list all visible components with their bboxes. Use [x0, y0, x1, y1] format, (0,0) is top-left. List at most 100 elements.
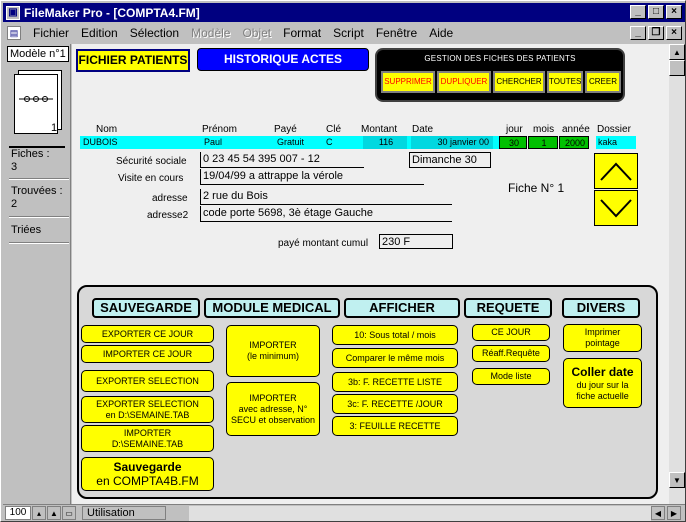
- importer-semaine-button[interactable]: IMPORTER D:\SEMAINE.TAB: [81, 425, 214, 452]
- dossier-label: Dossier: [597, 124, 631, 135]
- date-label: Date: [412, 124, 434, 135]
- prenom-field[interactable]: Paul: [202, 136, 272, 149]
- vertical-scrollbar[interactable]: ▲ ▼: [669, 44, 685, 504]
- zoom-level[interactable]: 100: [5, 506, 31, 520]
- visite-field[interactable]: 19/04/99 a attrappe la vérole: [200, 169, 424, 185]
- importer-complet-line1: IMPORTER: [249, 392, 297, 403]
- mode-selector[interactable]: Utilisation: [82, 506, 166, 520]
- trouvees-value: 2: [11, 198, 18, 210]
- app-window: ▣ FileMaker Pro - [COMPTA4.FM] _ □ × ▤ F…: [0, 0, 686, 522]
- scroll-left-button[interactable]: ◀: [651, 506, 665, 520]
- status-area: Modèle n°1 1 Fiches : 3 Trouvées : 2 Tri…: [3, 44, 71, 504]
- importer-semaine-line2: D:\SEMAINE.TAB: [111, 438, 184, 449]
- importer-ce-jour-button[interactable]: IMPORTER CE JOUR: [81, 345, 214, 363]
- nom-field[interactable]: DUBOIS: [81, 136, 199, 149]
- filemaker-icon: ▣: [6, 5, 20, 20]
- scroll-right-button[interactable]: ▶: [667, 506, 681, 520]
- tab-fichier-patients[interactable]: FICHIER PATIENTS: [76, 49, 190, 72]
- importer-complet-line2: avec adresse, N°: [238, 403, 308, 414]
- secu-field[interactable]: 0 23 45 54 395 007 - 12: [200, 152, 364, 168]
- fiche-number: Fiche N° 1: [508, 181, 565, 195]
- importer-minimum-line1: IMPORTER: [249, 340, 297, 350]
- date-field[interactable]: 30 janvier 00: [411, 136, 493, 149]
- record-slider[interactable]: [9, 140, 65, 148]
- prenom-label: Prénom: [202, 124, 238, 135]
- section-sauvegarde: SAUVEGARDE: [92, 298, 200, 318]
- menu-aide[interactable]: Aide: [423, 26, 459, 40]
- imprimer-pointage-button[interactable]: Imprimer pointage: [563, 324, 642, 352]
- exporter-selection-button[interactable]: EXPORTER SELECTION: [81, 370, 214, 392]
- imprimer-line2: pointage: [585, 338, 620, 348]
- sauvegarde-button[interactable]: Sauvegarde en COMPTA4B.FM: [81, 457, 214, 491]
- reaff-requete-button[interactable]: Réaff.Requête: [472, 345, 550, 362]
- importer-complet-line3: SECU et observation: [230, 414, 316, 425]
- menu-selection[interactable]: Sélection: [124, 26, 185, 40]
- dossier-field[interactable]: kaka: [596, 136, 636, 149]
- importer-complet-button[interactable]: IMPORTER avec adresse, N° SECU et observ…: [226, 382, 320, 436]
- coller-line1: Coller date: [571, 364, 634, 379]
- comparer-mois-button[interactable]: Comparer le même mois: [332, 348, 458, 368]
- scroll-down-button[interactable]: ▼: [669, 472, 685, 488]
- ce-jour-button[interactable]: CE JOUR: [472, 324, 550, 341]
- jour-field[interactable]: 30: [499, 136, 527, 149]
- paye-label: Payé: [274, 124, 297, 135]
- sauvegarde-line1: Sauvegarde: [113, 460, 182, 474]
- toutes-button[interactable]: TOUTES: [547, 71, 583, 93]
- cumul-field: 230 F: [379, 234, 453, 249]
- imprimer-line1: Imprimer: [584, 327, 621, 337]
- adresse-field[interactable]: 2 rue du Bois: [200, 189, 452, 205]
- menu-edition[interactable]: Edition: [75, 26, 124, 40]
- adresse-label: adresse: [152, 193, 188, 204]
- menu-modele[interactable]: Modèle: [185, 26, 236, 40]
- doc-minimize-button[interactable]: _: [630, 26, 646, 40]
- paye-field[interactable]: Gratuit: [275, 136, 321, 149]
- zoom-in-icon[interactable]: ▲: [47, 506, 61, 520]
- jour-label: jour: [506, 124, 523, 135]
- scroll-up-button[interactable]: ▲: [669, 44, 685, 60]
- menu-fichier[interactable]: Fichier: [27, 26, 75, 40]
- feuille-recette-button[interactable]: 3: FEUILLE RECETTE: [332, 416, 458, 436]
- tab-historique-actes[interactable]: HISTORIQUE ACTES: [197, 48, 369, 71]
- menu-objet[interactable]: Objet: [236, 26, 277, 40]
- section-afficher: AFFICHER: [344, 298, 460, 318]
- importer-minimum-button[interactable]: IMPORTER (le minimum): [226, 325, 320, 377]
- section-divers: DIVERS: [562, 298, 640, 318]
- menu-fenetre[interactable]: Fenêtre: [370, 26, 423, 40]
- status-toggle-icon[interactable]: ▭: [62, 506, 76, 520]
- scroll-thumb[interactable]: [669, 60, 685, 76]
- annee-field[interactable]: 2000: [559, 136, 589, 149]
- exporter-ce-jour-button[interactable]: EXPORTER CE JOUR: [81, 325, 214, 343]
- supprimer-button[interactable]: SUPPRIMER: [381, 71, 435, 93]
- maximize-button[interactable]: □: [648, 5, 664, 19]
- coller-date-button[interactable]: Coller date du jour sur la fiche actuell…: [563, 358, 642, 408]
- minimize-button[interactable]: _: [630, 5, 646, 19]
- annee-label: année: [562, 124, 590, 135]
- document-icon[interactable]: ▤: [7, 26, 21, 40]
- cle-field[interactable]: C: [324, 136, 358, 149]
- trouvees-label: Trouvées :: [11, 185, 63, 197]
- recette-jour-button[interactable]: 3c: F. RECETTE /JOUR: [332, 394, 458, 414]
- close-button[interactable]: ×: [666, 5, 682, 19]
- menu-format[interactable]: Format: [277, 26, 327, 40]
- doc-close-button[interactable]: ×: [666, 26, 682, 40]
- sous-total-mois-button[interactable]: 10: Sous total / mois: [332, 325, 458, 345]
- creer-button[interactable]: CREER: [585, 71, 621, 93]
- previous-record-button[interactable]: [594, 153, 638, 189]
- horizontal-scrollbar[interactable]: [189, 506, 651, 521]
- window-title: FileMaker Pro - [COMPTA4.FM]: [24, 5, 200, 20]
- adresse2-field[interactable]: code porte 5698, 3è étage Gauche: [200, 206, 452, 222]
- menu-script[interactable]: Script: [327, 26, 370, 40]
- recette-liste-button[interactable]: 3b: F. RECETTE LISTE: [332, 372, 458, 392]
- doc-restore-button[interactable]: ❐: [648, 26, 664, 40]
- layout-select[interactable]: Modèle n°1: [7, 46, 69, 62]
- mois-field[interactable]: 1: [528, 136, 558, 149]
- next-record-button[interactable]: [594, 190, 638, 226]
- zoom-out-icon[interactable]: ▴: [32, 506, 46, 520]
- dupliquer-button[interactable]: DUPLIQUER: [437, 71, 491, 93]
- montant-field[interactable]: 116: [363, 136, 407, 149]
- mode-liste-button[interactable]: Mode liste: [472, 368, 550, 385]
- chercher-button[interactable]: CHERCHER: [493, 71, 545, 93]
- importer-semaine-line1: IMPORTER: [123, 427, 172, 438]
- importer-minimum-line2: (le minimum): [246, 351, 299, 361]
- exporter-semaine-button[interactable]: EXPORTER SELECTION en D:\SEMAINE.TAB: [81, 396, 214, 423]
